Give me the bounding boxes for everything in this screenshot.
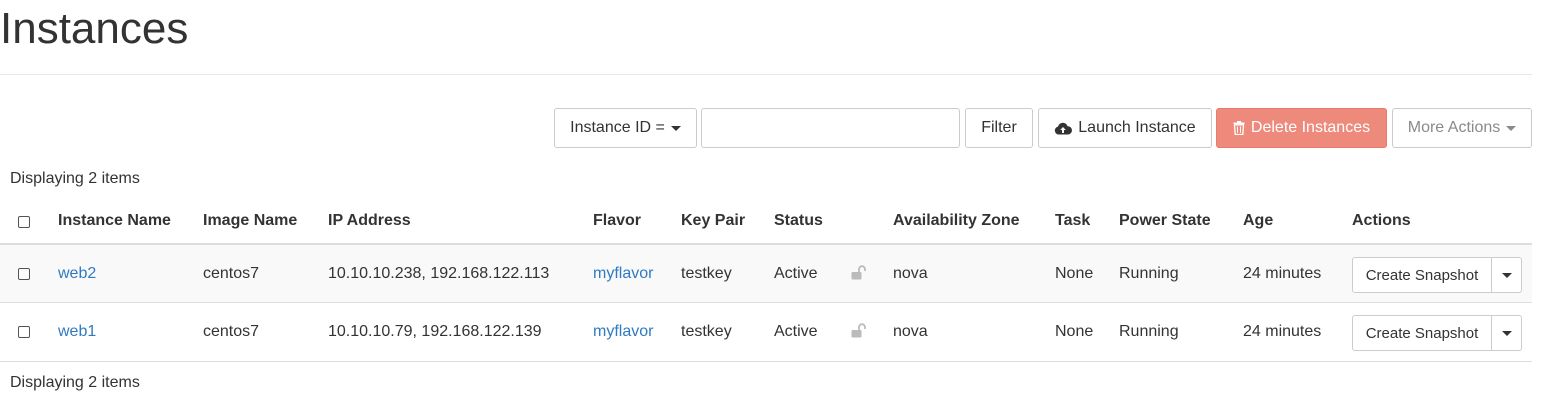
column-header-status[interactable]: Status <box>774 212 823 230</box>
availability-zone: nova <box>893 323 928 340</box>
item-count: Displaying 2 items <box>10 170 140 187</box>
launch-instance-button[interactable]: Launch Instance <box>1038 108 1212 148</box>
table-row: web2 centos7 10.10.10.238, 192.168.122.1… <box>0 245 1532 302</box>
filter-field-label: Instance ID = <box>570 119 665 136</box>
column-header-age[interactable]: Age <box>1243 212 1273 230</box>
task: None <box>1055 265 1094 282</box>
power-state: Running <box>1119 323 1179 340</box>
image-name: centos7 <box>203 265 260 282</box>
ip-address: 10.10.10.79, 192.168.122.139 <box>328 323 542 340</box>
caret-down-icon <box>1506 125 1517 131</box>
row-actions-toggle[interactable] <box>1492 257 1522 293</box>
flavor-link[interactable]: myflavor <box>593 245 653 302</box>
caret-down-icon <box>670 125 681 131</box>
table-row: web1 centos7 10.10.10.79, 192.168.122.13… <box>0 303 1532 360</box>
more-actions-button[interactable]: More Actions <box>1392 108 1532 148</box>
page-title: Instances <box>0 4 189 53</box>
column-header-instance-name[interactable]: Instance Name <box>58 212 171 230</box>
image-name: centos7 <box>203 323 260 340</box>
title-divider <box>0 74 1532 75</box>
column-header-actions: Actions <box>1352 212 1411 229</box>
create-snapshot-button[interactable]: Create Snapshot <box>1352 315 1492 351</box>
status: Active <box>774 265 818 282</box>
age: 24 minutes <box>1243 323 1322 340</box>
availability-zone: nova <box>893 265 928 282</box>
filter-button[interactable]: Filter <box>965 108 1033 148</box>
unlock-icon <box>851 265 866 280</box>
instance-name-link[interactable]: web1 <box>58 303 96 360</box>
key-pair: testkey <box>681 265 732 282</box>
more-actions-label: More Actions <box>1407 119 1501 136</box>
caret-down-icon <box>1501 330 1512 336</box>
status: Active <box>774 323 818 340</box>
delete-instances-button[interactable]: Delete Instances <box>1216 108 1387 148</box>
column-header-task[interactable]: Task <box>1055 212 1090 230</box>
filter-input[interactable] <box>701 108 960 148</box>
filter-button-label: Filter <box>981 119 1017 136</box>
row-actions-toggle[interactable] <box>1492 315 1522 351</box>
select-all-checkbox[interactable] <box>18 216 30 228</box>
caret-down-icon <box>1501 272 1512 278</box>
power-state: Running <box>1119 265 1179 282</box>
flavor-link[interactable]: myflavor <box>593 303 653 360</box>
create-snapshot-button[interactable]: Create Snapshot <box>1352 257 1492 293</box>
item-count-footer: Displaying 2 items <box>10 374 140 391</box>
delete-instances-label: Delete Instances <box>1250 119 1371 136</box>
task: None <box>1055 323 1094 340</box>
column-header-flavor[interactable]: Flavor <box>593 212 641 230</box>
unlock-icon <box>851 323 866 338</box>
cloud-upload-icon <box>1055 122 1073 135</box>
launch-instance-label: Launch Instance <box>1078 119 1196 136</box>
column-header-ip-address[interactable]: IP Address <box>328 212 411 230</box>
table-bottom-divider <box>0 361 1532 362</box>
column-header-availability-zone[interactable]: Availability Zone <box>893 212 1020 230</box>
column-header-image-name[interactable]: Image Name <box>203 212 297 230</box>
row-checkbox[interactable] <box>18 326 30 338</box>
instance-name-link[interactable]: web2 <box>58 245 96 302</box>
trash-icon <box>1233 121 1245 135</box>
filter-field-dropdown[interactable]: Instance ID = <box>554 108 697 148</box>
column-header-power-state[interactable]: Power State <box>1119 212 1211 230</box>
row-checkbox[interactable] <box>18 268 30 280</box>
age: 24 minutes <box>1243 265 1322 282</box>
key-pair: testkey <box>681 323 732 340</box>
ip-address: 10.10.10.238, 192.168.122.113 <box>328 265 550 282</box>
column-header-key-pair[interactable]: Key Pair <box>681 212 745 230</box>
